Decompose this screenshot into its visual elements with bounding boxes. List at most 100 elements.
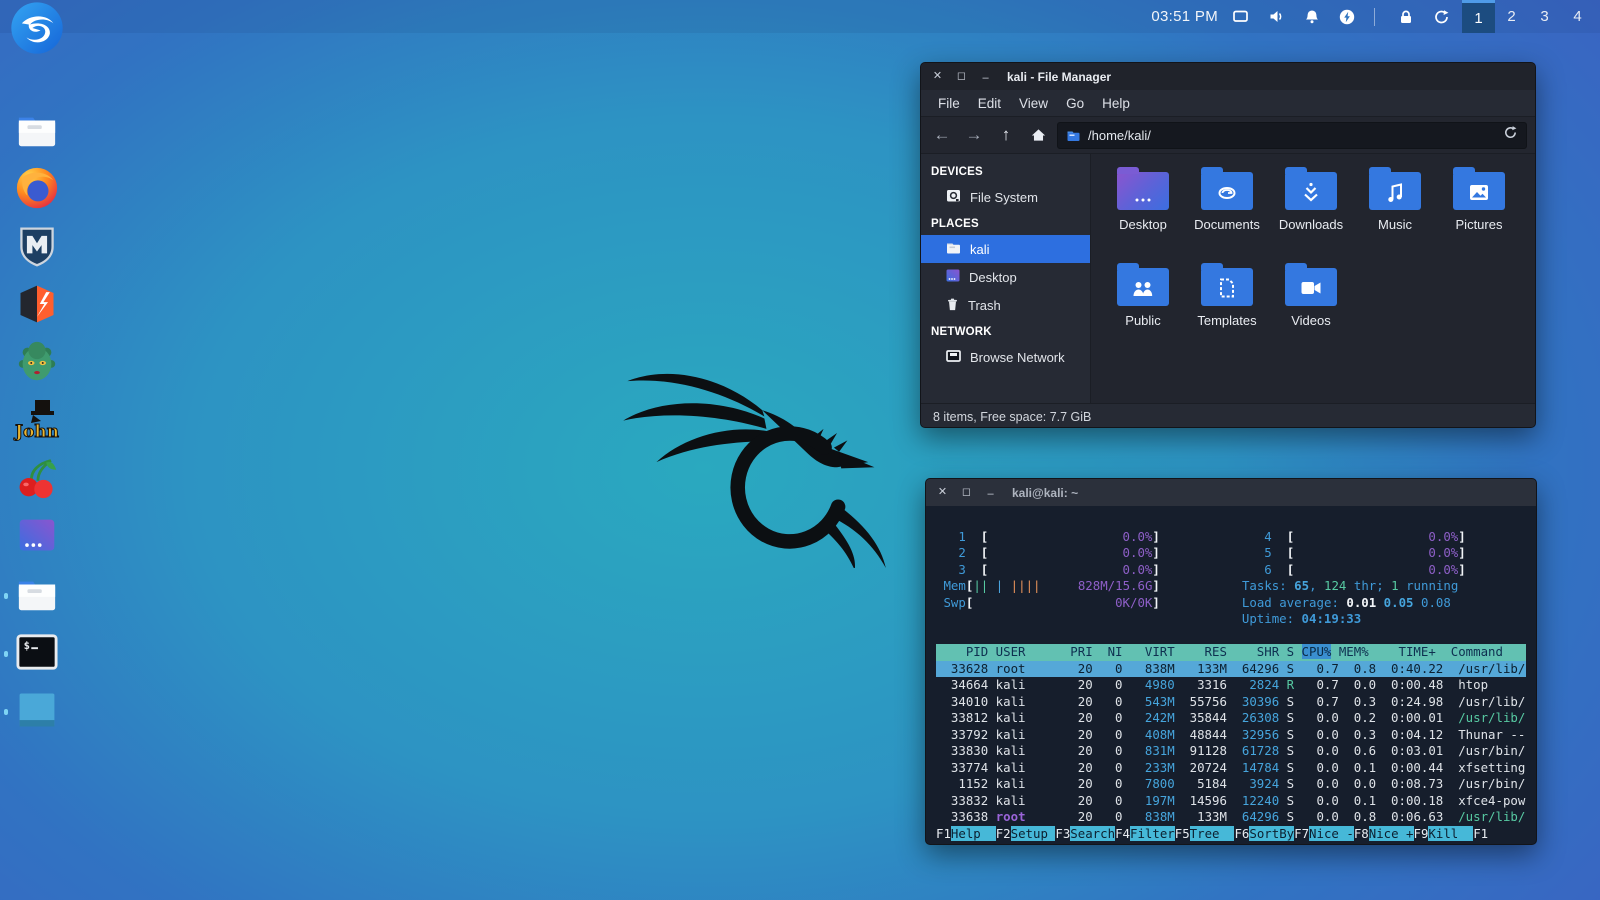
fkey-f3[interactable]: F3 bbox=[1055, 826, 1070, 841]
cherrytree-icon bbox=[15, 455, 59, 506]
file-manager-file-grid: Desktop Documents Downloads MusicPictures Pu… bbox=[1091, 154, 1535, 403]
display-icon[interactable] bbox=[1232, 9, 1249, 24]
htop-process-row[interactable]: 34010 kali 20 0 543M 55756 30396 S 0.7 0… bbox=[936, 694, 1526, 711]
workspace-button-2[interactable]: 2 bbox=[1495, 0, 1528, 33]
clock[interactable]: 03:51 PM bbox=[1151, 8, 1218, 25]
folder-item-videos[interactable]: Videos bbox=[1269, 260, 1353, 356]
fkey-f7[interactable]: F7 bbox=[1294, 826, 1309, 841]
sidebar-item-trash[interactable]: Trash bbox=[921, 291, 1090, 320]
reload-icon[interactable] bbox=[1503, 125, 1518, 145]
menu-go[interactable]: Go bbox=[1057, 93, 1093, 114]
htop-table-header[interactable]: PID USER PRI NI VIRT RES SHR S CPU% MEM%… bbox=[936, 644, 1526, 661]
folder-label: Templates bbox=[1197, 313, 1256, 328]
fkey-label[interactable]: Search bbox=[1070, 826, 1115, 841]
fkey-f1[interactable]: F1 bbox=[936, 826, 951, 841]
htop-cpu-meters: 2 [ 0.0%] 5 [ 0.0%] bbox=[936, 545, 1526, 562]
htop-process-row[interactable]: 33638 root 20 0 838M 133M 64296 S 0.0 0.… bbox=[936, 809, 1526, 826]
folder-item-public[interactable]: Public bbox=[1101, 260, 1185, 356]
fkey-label[interactable]: Filter bbox=[1130, 826, 1175, 841]
folder-item-music[interactable]: Music bbox=[1353, 164, 1437, 260]
dock: John $ bbox=[8, 6, 66, 746]
close-icon[interactable]: ✕ bbox=[931, 71, 944, 82]
updates-icon[interactable] bbox=[1339, 9, 1355, 25]
dock-item-blue-app[interactable] bbox=[12, 688, 62, 736]
sidebar-item-kali[interactable]: kali bbox=[921, 235, 1090, 263]
fkey-label[interactable]: Setup bbox=[1011, 826, 1056, 841]
dock-item-terminal[interactable]: $ bbox=[12, 630, 62, 678]
htop-process-row[interactable]: 33628 root 20 0 838M 133M 64296 S 0.7 0.… bbox=[936, 661, 1526, 678]
menu-edit[interactable]: Edit bbox=[969, 93, 1010, 114]
folder-item-pictures[interactable]: Pictures bbox=[1437, 164, 1521, 260]
file-manager-titlebar: ✕ ◻ – kali - File Manager bbox=[921, 63, 1535, 90]
folder-item-downloads[interactable]: Downloads bbox=[1269, 164, 1353, 260]
sidebar-section-places: PLACES bbox=[921, 212, 1090, 235]
sidebar-item-label: Trash bbox=[968, 298, 1001, 313]
fkey-label[interactable]: SortBy bbox=[1249, 826, 1294, 841]
sidebar-item-browse-network[interactable]: Browse Network bbox=[921, 343, 1090, 371]
fkey-f5[interactable]: F5 bbox=[1175, 826, 1190, 841]
workspace-button-1[interactable]: 1 bbox=[1462, 0, 1495, 33]
maximize-icon[interactable]: ◻ bbox=[955, 71, 968, 82]
dock-item-metasploit[interactable] bbox=[12, 224, 62, 272]
dock-item-burpsuite[interactable] bbox=[12, 282, 62, 330]
htop-process-row[interactable]: 33832 kali 20 0 197M 14596 12240 S 0.0 0… bbox=[936, 793, 1526, 810]
fkey-label[interactable]: Help bbox=[951, 826, 996, 841]
sidebar-item-desktop[interactable]: Desktop bbox=[921, 263, 1090, 291]
workspace-button-4[interactable]: 4 bbox=[1561, 0, 1594, 33]
drive-icon bbox=[945, 188, 962, 207]
htop-process-row[interactable]: 33812 kali 20 0 242M 35844 26308 S 0.0 0… bbox=[936, 710, 1526, 727]
fkey-label[interactable]: Tree bbox=[1190, 826, 1235, 841]
fkey-f2[interactable]: F2 bbox=[996, 826, 1011, 841]
dock-item-file-manager[interactable] bbox=[12, 572, 62, 620]
fkey-f8[interactable]: F8 bbox=[1354, 826, 1369, 841]
dock-item-john-the-ripper[interactable]: John bbox=[12, 398, 62, 446]
dock-item-file-manager[interactable] bbox=[12, 108, 62, 156]
folder-item-templates[interactable]: Templates bbox=[1185, 260, 1269, 356]
dock-item-desktop-folder[interactable] bbox=[12, 514, 62, 562]
htop-process-row[interactable]: 34664 kali 20 0 4980 3316 2824 R 0.7 0.0… bbox=[936, 677, 1526, 694]
sidebar-item-file-system[interactable]: File System bbox=[921, 183, 1090, 212]
fkey-label[interactable]: Kill bbox=[1428, 826, 1473, 841]
volume-icon[interactable] bbox=[1268, 9, 1285, 24]
folder-item-documents[interactable]: Documents bbox=[1185, 164, 1269, 260]
fkey-f6[interactable]: F6 bbox=[1234, 826, 1249, 841]
fkey-label[interactable]: Nice + bbox=[1369, 826, 1414, 841]
folder-item-desktop[interactable]: Desktop bbox=[1101, 164, 1185, 260]
forward-button[interactable]: → bbox=[961, 122, 987, 148]
path-text[interactable]: /home/kali/ bbox=[1088, 128, 1496, 143]
fkey-f9[interactable]: F9 bbox=[1414, 826, 1429, 841]
dock-item-firefox[interactable] bbox=[12, 166, 62, 214]
lock-icon[interactable] bbox=[1398, 9, 1414, 25]
folder-label: Desktop bbox=[1119, 217, 1167, 232]
up-button[interactable]: ↑ bbox=[993, 122, 1019, 148]
notifications-icon[interactable] bbox=[1304, 9, 1320, 24]
maximize-icon[interactable]: ◻ bbox=[960, 487, 973, 498]
folder-icon bbox=[945, 240, 962, 258]
fkey-f4[interactable]: F4 bbox=[1115, 826, 1130, 841]
file-manager-sidebar: DEVICESFile SystemPLACESkaliDesktopTrash… bbox=[921, 154, 1091, 403]
home-button[interactable] bbox=[1025, 122, 1051, 148]
dock-item-medusa[interactable] bbox=[12, 340, 62, 388]
logout-icon[interactable] bbox=[1433, 9, 1450, 25]
fkey-f1[interactable]: F1 bbox=[1473, 826, 1488, 841]
dock-item-cherrytree[interactable] bbox=[12, 456, 62, 504]
minimize-icon[interactable]: – bbox=[984, 489, 997, 500]
back-button[interactable]: ← bbox=[929, 122, 955, 148]
path-bar[interactable]: /home/kali/ bbox=[1057, 122, 1527, 149]
menu-view[interactable]: View bbox=[1010, 93, 1057, 114]
htop-process-row[interactable]: 33774 kali 20 0 233M 20724 14784 S 0.0 0… bbox=[936, 760, 1526, 777]
terminal-icon: $ bbox=[14, 631, 60, 678]
menu-help[interactable]: Help bbox=[1093, 93, 1139, 114]
close-icon[interactable]: ✕ bbox=[936, 487, 949, 498]
menu-file[interactable]: File bbox=[929, 93, 969, 114]
htop-process-row[interactable]: 33830 kali 20 0 831M 91128 61728 S 0.0 0… bbox=[936, 743, 1526, 760]
workspace-button-3[interactable]: 3 bbox=[1528, 0, 1561, 33]
minimize-icon[interactable]: – bbox=[979, 73, 992, 84]
top-panel: 03:51 PM 1234 bbox=[0, 0, 1600, 33]
fkey-label[interactable]: Nice - bbox=[1309, 826, 1354, 841]
htop-process-row[interactable]: 33792 kali 20 0 408M 48844 32956 S 0.0 0… bbox=[936, 727, 1526, 744]
folder-label: Downloads bbox=[1279, 217, 1343, 232]
kali-dragon-wallpaper-logo bbox=[618, 350, 890, 568]
dock-item-kali-menu[interactable] bbox=[12, 6, 62, 54]
htop-process-row[interactable]: 1152 kali 20 0 7800 5184 3924 S 0.0 0.0 … bbox=[936, 776, 1526, 793]
